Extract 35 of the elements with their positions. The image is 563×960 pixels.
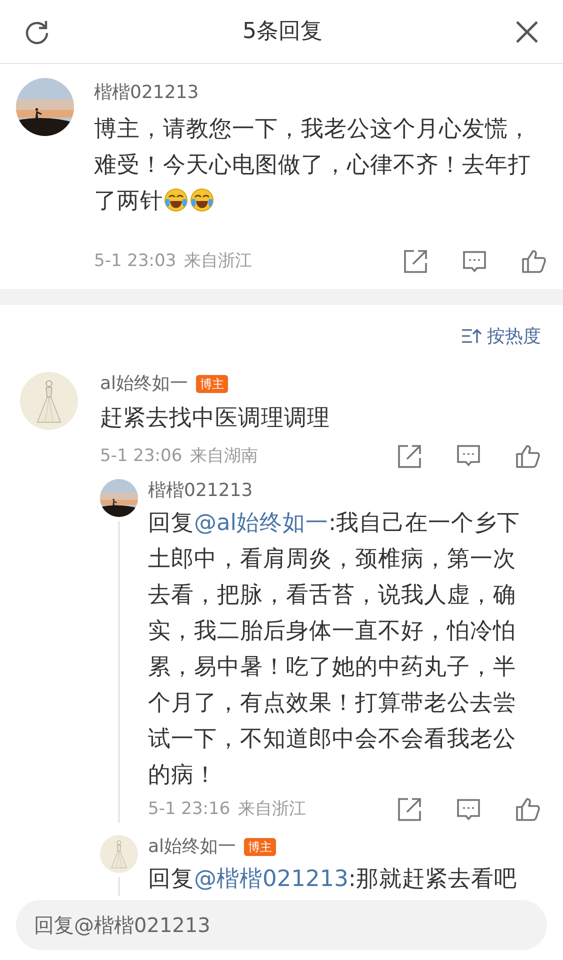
like-icon[interactable] [515,444,541,469]
comment-location: 来自浙江 [238,798,306,821]
reply-input[interactable]: 回复@楷楷021213 [16,900,547,950]
share-icon[interactable] [397,797,422,822]
share-icon[interactable] [397,444,422,469]
comment-location: 来自湖南 [190,444,258,468]
username[interactable]: al始终如一 [100,372,188,396]
comment-time: 5-1 23:06 [100,444,182,468]
close-icon[interactable] [515,20,539,44]
author-tag: 博主 [244,838,276,856]
sort-button[interactable]: 按热度 [461,322,541,350]
comment-text: 博主，请教您一下，我老公这个月心发慌，难受！今天心电图做了，心律不齐！去年打了两针 [94,115,532,216]
share-icon[interactable] [403,249,428,274]
username[interactable]: 楷楷021213 [148,479,253,503]
comment-text: 赶紧去找中医调理调理 [100,404,331,432]
mention-link[interactable]: @楷楷021213 [194,866,348,892]
mention-link[interactable]: @al始终如一 [194,510,329,536]
reply-text: 回复@楷楷021213:那就赶紧去看吧 [148,864,518,894]
laughing-crying-emoji-icon [189,187,215,213]
username[interactable]: 楷楷021213 [94,81,199,105]
comment-icon[interactable] [456,444,481,468]
laughing-crying-emoji-icon [163,187,189,213]
comment-time: 5-1 23:03 [94,250,176,273]
author-tag: 博主 [196,374,228,392]
like-icon[interactable] [521,249,547,274]
comment-location: 来自浙江 [184,250,252,273]
comment-time: 5-1 23:16 [148,798,230,821]
sort-icon [461,327,483,345]
username[interactable]: al始终如一 [148,834,236,858]
comment-icon[interactable] [456,798,481,822]
refresh-icon[interactable] [24,18,50,44]
reply-text: 回复@al始终如一:我自己在一个乡下土郎中，看肩周炎，颈椎病，第一次去看，把脉，看舌苔，说我人虚，确实，我二胎后身体一直不好，怕冷怕累，易中暑！吃了她的中药丸子，半个月了，有点效果！打算带老公去尝试一下，不知道郎中会不会看我老公的病！ [148,509,522,790]
dialog-title: 5条回复 [242,18,322,46]
comment-icon[interactable] [462,250,487,274]
like-icon[interactable] [515,797,541,822]
